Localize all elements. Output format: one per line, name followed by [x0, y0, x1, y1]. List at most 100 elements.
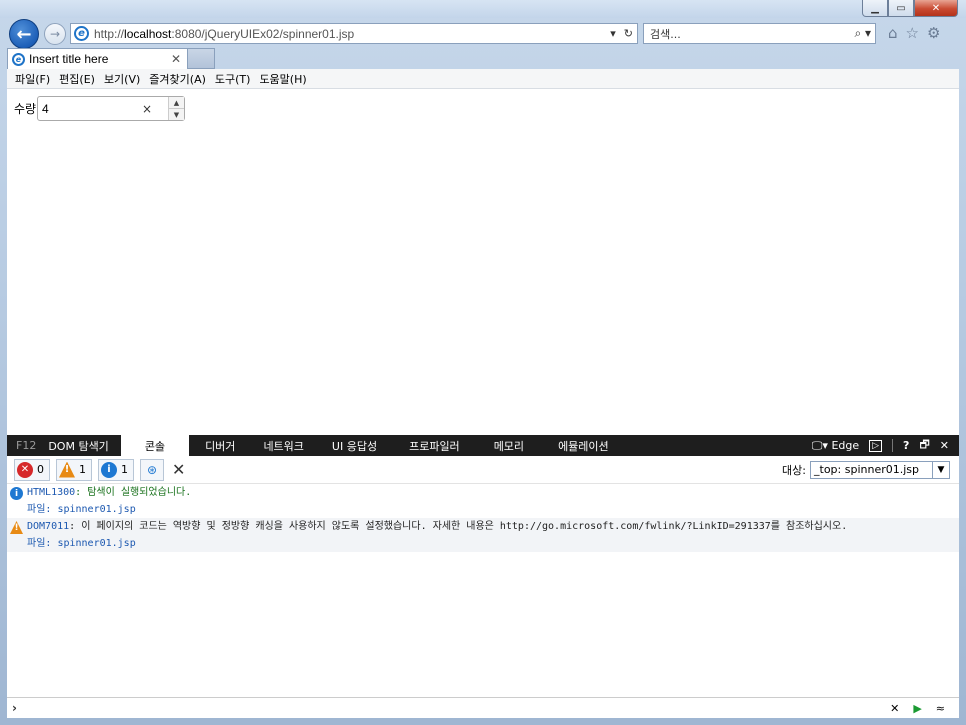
tab-profiler[interactable]: 프로파일러 — [409, 435, 494, 456]
undock-icon[interactable]: 🗗 — [919, 436, 929, 455]
console-input-bar[interactable]: › ✕ ▶ ≈ — [7, 697, 959, 718]
target-value: _top: spinner01.jsp — [814, 463, 919, 476]
minimize-button[interactable]: ▁ — [862, 0, 888, 17]
clear-on-navigate-button[interactable]: ⊛ — [140, 458, 164, 481]
devtools-tab-bar: F12 DOM 탐색기 콘솔 디버거 네트워크 UI 응답성 프로파일러 메모리… — [7, 435, 959, 456]
arrow-left-icon: ← — [16, 23, 32, 45]
home-icon[interactable]: ⌂ — [888, 24, 898, 42]
console-message: i HTML1300: 탐색이 실행되었습니다. 파일: spinner01.j… — [7, 484, 959, 518]
ie-page-icon: e — [74, 26, 89, 41]
menu-favorites[interactable]: 즐겨찾기(A) — [149, 71, 213, 87]
address-bar[interactable]: e http://localhost:8080/jQueryUIEx02/spi… — [70, 23, 638, 44]
monitor-icon: 🖵▾ — [811, 438, 828, 452]
menu-help[interactable]: 도움말(H) — [259, 71, 313, 87]
devtools-actions: 🖵▾ Edge ▷ ? 🗗 ✕ — [812, 436, 959, 455]
tab-emulation[interactable]: 에뮬레이션 — [558, 435, 609, 456]
tab-dom-explorer[interactable]: DOM 탐색기 — [44, 435, 120, 456]
new-tab-button[interactable] — [188, 48, 215, 69]
info-filter-button[interactable]: i 1 — [98, 458, 134, 481]
window-controls: ▁ ▭ ✕ — [862, 0, 958, 17]
chevron-down-icon: ▼ — [932, 461, 949, 478]
quantity-input[interactable] — [38, 98, 138, 119]
url-prefix: http:// — [94, 26, 125, 41]
refresh-icon[interactable]: ↻ — [624, 27, 633, 40]
message-text: : 이 페이지의 코드는 역방향 및 정방향 캐싱을 사용하지 않도록 설정했습… — [69, 521, 848, 532]
info-count: 1 — [121, 463, 128, 476]
page-content: 수량 × ▲ ▼ — [7, 89, 959, 435]
maximize-button[interactable]: ▭ — [888, 0, 914, 17]
tab-memory[interactable]: 메모리 — [494, 435, 558, 456]
f12-label: F12 — [16, 439, 37, 452]
help-icon[interactable]: ? — [903, 439, 909, 452]
search-input[interactable]: 검색... — [650, 26, 681, 42]
console-toggle-icon[interactable]: ▷ — [869, 439, 883, 452]
clear-input-icon[interactable]: ✕ — [890, 702, 899, 715]
file-label: 파일: — [27, 538, 58, 549]
tab-debugger[interactable]: 디버거 — [189, 435, 263, 456]
warning-icon: ! — [10, 521, 23, 534]
menu-edit[interactable]: 편집(E) — [59, 71, 102, 87]
tab-network[interactable]: 네트워크 — [263, 435, 331, 456]
gear-icon[interactable]: ⚙ — [927, 24, 940, 42]
separator — [892, 439, 894, 452]
file-link[interactable]: spinner01.jsp — [57, 538, 135, 549]
spinner-buttons: ▲ ▼ — [168, 97, 184, 120]
clear-icon[interactable]: × — [138, 102, 156, 116]
minimize-icon: ▁ — [871, 2, 879, 14]
message-text: : 탐색이 실행되었습니다. — [75, 487, 192, 498]
message-code[interactable]: HTML1300 — [27, 487, 75, 498]
url-path: :8080/jQueryUIEx02/spinner01.jsp — [171, 26, 355, 41]
url-text: http://localhost:8080/jQueryUIEx02/spinn… — [94, 27, 354, 41]
menu-file[interactable]: 파일(F) — [15, 71, 57, 87]
quantity-spinner: × ▲ ▼ — [37, 96, 185, 121]
title-bar: ▁ ▭ ✕ — [0, 0, 966, 18]
search-box[interactable]: 검색... ⌕ ▾ — [643, 23, 876, 44]
tab-close-icon[interactable]: ✕ — [171, 52, 181, 66]
target-dropdown[interactable]: _top: spinner01.jsp ▼ — [810, 460, 950, 479]
target-label: 대상: — [782, 463, 806, 477]
menu-view[interactable]: 보기(V) — [104, 71, 147, 87]
error-count: 0 — [37, 463, 44, 476]
close-icon: ✕ — [931, 2, 941, 14]
console-toolbar: ✕ 0 ! 1 i 1 ⊛ ✕ 대상: _top: spinner01.jsp … — [7, 456, 959, 484]
navigation-bar: ← → e http://localhost:8080/jQueryUIEx02… — [0, 18, 966, 49]
tab-title: Insert title here — [29, 52, 109, 66]
forward-button[interactable]: → — [44, 23, 66, 45]
menu-tools[interactable]: 도구(T) — [215, 71, 258, 87]
warning-count: 1 — [79, 463, 86, 476]
tab-console[interactable]: 콘솔 — [120, 435, 190, 456]
tab-ui-responsiveness[interactable]: UI 응답성 — [332, 435, 409, 456]
dropdown-arrow-icon[interactable]: ▾ — [610, 27, 616, 40]
run-icon[interactable]: ▶ — [913, 702, 921, 715]
back-button[interactable]: ← — [9, 19, 39, 49]
tab-row: e Insert title here ✕ — [0, 48, 966, 69]
document-mode-button[interactable]: 🖵▾ Edge — [812, 439, 859, 453]
prompt-icon: › — [12, 701, 17, 715]
star-icon[interactable]: ☆ — [906, 24, 919, 42]
triangle-up-icon: ▲ — [173, 98, 180, 107]
browser-window: ▁ ▭ ✕ ← → e http://localhost:8080/jQuery… — [0, 0, 966, 725]
close-devtools-icon[interactable]: ✕ — [940, 439, 949, 452]
file-label: 파일: — [27, 504, 58, 515]
close-window-button[interactable]: ✕ — [914, 0, 958, 17]
warning-filter-button[interactable]: ! 1 — [56, 458, 92, 481]
document-mode-label: Edge — [831, 438, 860, 452]
message-code[interactable]: DOM7011 — [27, 521, 69, 532]
spin-down-button[interactable]: ▼ — [169, 109, 184, 120]
console-output: i HTML1300: 탐색이 실행되었습니다. 파일: spinner01.j… — [7, 484, 959, 552]
maximize-icon: ▭ — [896, 2, 906, 14]
expand-icon[interactable]: ≈ — [936, 702, 945, 715]
browser-tab[interactable]: e Insert title here ✕ — [7, 48, 188, 69]
error-filter-button[interactable]: ✕ 0 — [14, 458, 50, 481]
arrow-right-icon: → — [49, 27, 61, 41]
console-input-actions: ✕ ▶ ≈ — [890, 702, 959, 715]
clear-console-icon[interactable]: ✕ — [172, 460, 185, 479]
clear-on-navigate-icon: ⊛ — [146, 462, 158, 477]
console-message: ! DOM7011: 이 페이지의 코드는 역방향 및 정방향 캐싱을 사용하지… — [7, 518, 959, 552]
search-icon[interactable]: ⌕ ▾ — [854, 26, 875, 41]
warning-icon: ! — [59, 461, 75, 478]
error-icon: ✕ — [17, 461, 33, 478]
file-link[interactable]: spinner01.jsp — [57, 504, 135, 515]
quantity-label: 수량 — [14, 102, 37, 116]
spin-up-button[interactable]: ▲ — [169, 97, 184, 109]
